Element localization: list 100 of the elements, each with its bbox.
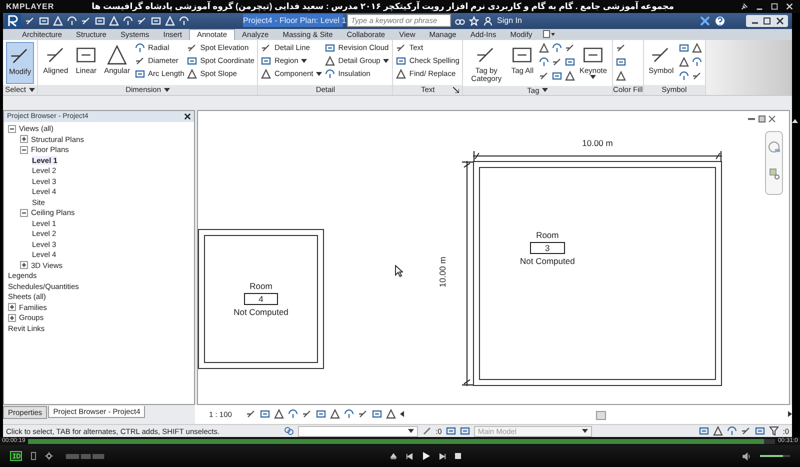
- maximize-icon[interactable]: [770, 2, 779, 11]
- view-control-icon[interactable]: [386, 409, 396, 420]
- toolbar-icon[interactable]: [67, 16, 77, 26]
- view-control-icon[interactable]: [302, 409, 312, 420]
- toolbar-icon[interactable]: [179, 16, 189, 26]
- play-icon[interactable]: [422, 452, 430, 460]
- help-icon[interactable]: [714, 14, 726, 27]
- volume-icon[interactable]: [742, 452, 751, 460]
- toolbar-icon[interactable]: [137, 16, 147, 26]
- room-name: Room: [250, 280, 272, 291]
- selection-option-icon[interactable]: [754, 426, 765, 436]
- tool-icon[interactable]: [692, 70, 702, 81]
- tool-icon[interactable]: [552, 42, 562, 53]
- room-number-tag: 3: [530, 242, 565, 254]
- drawing-canvas[interactable]: Room 4 Not Computed Room 3 Not Computed 10.00 m 10.00 m: [197, 110, 790, 405]
- stop-icon[interactable]: [454, 453, 460, 459]
- caret-icon[interactable]: [301, 58, 308, 63]
- design-options-icon[interactable]: [460, 426, 470, 436]
- next-icon[interactable]: [438, 452, 446, 460]
- window-controls[interactable]: [746, 14, 788, 27]
- sign-in-link[interactable]: Sign In: [497, 16, 522, 26]
- previous-icon[interactable]: [406, 452, 412, 460]
- dimension-text: 10.00 m: [437, 256, 448, 288]
- selection-option-icon[interactable]: [698, 426, 709, 436]
- worksets-icon[interactable]: [284, 426, 294, 436]
- dialog-launcher-icon[interactable]: [453, 86, 460, 93]
- tool-icon[interactable]: [538, 56, 548, 67]
- player-name: KMPLAYER: [6, 2, 54, 11]
- view-control-icon[interactable]: [372, 409, 382, 420]
- view-control-icon[interactable]: [288, 409, 298, 420]
- selection-option-icon[interactable]: [740, 426, 751, 436]
- tool-icon[interactable]: [678, 42, 689, 53]
- settings-icon[interactable]: [45, 452, 53, 460]
- selection-option-icon[interactable]: [712, 426, 723, 436]
- caret-icon[interactable]: [316, 72, 322, 76]
- tool-icon[interactable]: [678, 56, 689, 67]
- tool-icon: [261, 68, 272, 79]
- pin-icon[interactable]: [740, 2, 749, 11]
- 3d-mode-button[interactable]: [10, 451, 22, 461]
- star-icon[interactable]: [469, 16, 479, 26]
- tool-icon[interactable]: [538, 70, 548, 81]
- view-control-icon[interactable]: [330, 409, 340, 420]
- toolbar-icon[interactable]: [53, 16, 63, 26]
- view-control-icon[interactable]: [246, 409, 256, 420]
- tool-icon: [325, 56, 336, 66]
- collapse-toggle[interactable]: [20, 146, 28, 154]
- view-control-icon[interactable]: [344, 409, 354, 420]
- collapse-toggle[interactable]: [8, 124, 16, 133]
- selection-option-icon[interactable]: [726, 426, 737, 436]
- close-button[interactable]: [184, 112, 191, 120]
- tool-icon[interactable]: [538, 42, 548, 53]
- expand-toggle[interactable]: [8, 303, 16, 312]
- toolbar-icon[interactable]: [165, 16, 175, 26]
- filter-icon[interactable]: [768, 426, 779, 436]
- ribbon-options-icon[interactable]: [543, 30, 556, 38]
- cursor-icon: [395, 264, 403, 277]
- app-logo-icon[interactable]: [5, 14, 21, 28]
- eject-icon[interactable]: [390, 452, 396, 460]
- tool-icon: [134, 42, 145, 53]
- caret-icon: [408, 429, 414, 434]
- toolbar-icon[interactable]: [81, 16, 91, 26]
- tool-icon[interactable]: [564, 70, 574, 81]
- tool-icon[interactable]: [616, 42, 626, 53]
- scroll-left-icon[interactable]: [400, 411, 404, 418]
- tool-icon[interactable]: [692, 42, 702, 53]
- tool-icon[interactable]: [552, 56, 562, 67]
- expand-toggle[interactable]: [20, 261, 28, 270]
- tool-icon[interactable]: [678, 70, 689, 81]
- tool-icon: [396, 56, 406, 66]
- navigation-bar[interactable]: [765, 130, 783, 195]
- view-control-icon[interactable]: [274, 409, 284, 420]
- toolbar-icon[interactable]: [95, 16, 105, 26]
- caret-icon[interactable]: [383, 58, 390, 63]
- collapse-toggle[interactable]: [20, 208, 28, 217]
- scroll-right-icon[interactable]: [788, 411, 792, 418]
- view-control-icon[interactable]: [316, 409, 326, 420]
- tool-icon[interactable]: [692, 56, 702, 67]
- tool-icon[interactable]: [564, 42, 574, 53]
- view-control-icon[interactable]: [260, 409, 270, 420]
- tool-icon[interactable]: [552, 70, 562, 81]
- tool-icon[interactable]: [616, 56, 626, 67]
- editing-icon[interactable]: [422, 426, 432, 436]
- toolbar-icon[interactable]: [123, 16, 133, 26]
- expand-toggle[interactable]: [20, 135, 28, 144]
- toolbar-icon[interactable]: [109, 16, 119, 26]
- close-icon[interactable]: [785, 2, 794, 11]
- scroll-up-icon[interactable]: [792, 118, 798, 123]
- toolbar-icon[interactable]: [25, 16, 35, 26]
- view-control-icon[interactable]: [358, 409, 368, 420]
- view-window-controls[interactable]: [747, 114, 777, 123]
- toolbar-icon[interactable]: [151, 16, 161, 26]
- tool-icon[interactable]: [564, 56, 574, 67]
- tool-icon[interactable]: [616, 70, 626, 81]
- caret-icon: [28, 88, 35, 92]
- design-options-icon[interactable]: [446, 426, 456, 436]
- tool-icon: [134, 68, 145, 79]
- toolbar-icon[interactable]: [39, 16, 49, 26]
- user-icon[interactable]: [483, 16, 493, 26]
- tool-icon: [396, 42, 406, 53]
- expand-toggle[interactable]: [8, 314, 16, 322]
